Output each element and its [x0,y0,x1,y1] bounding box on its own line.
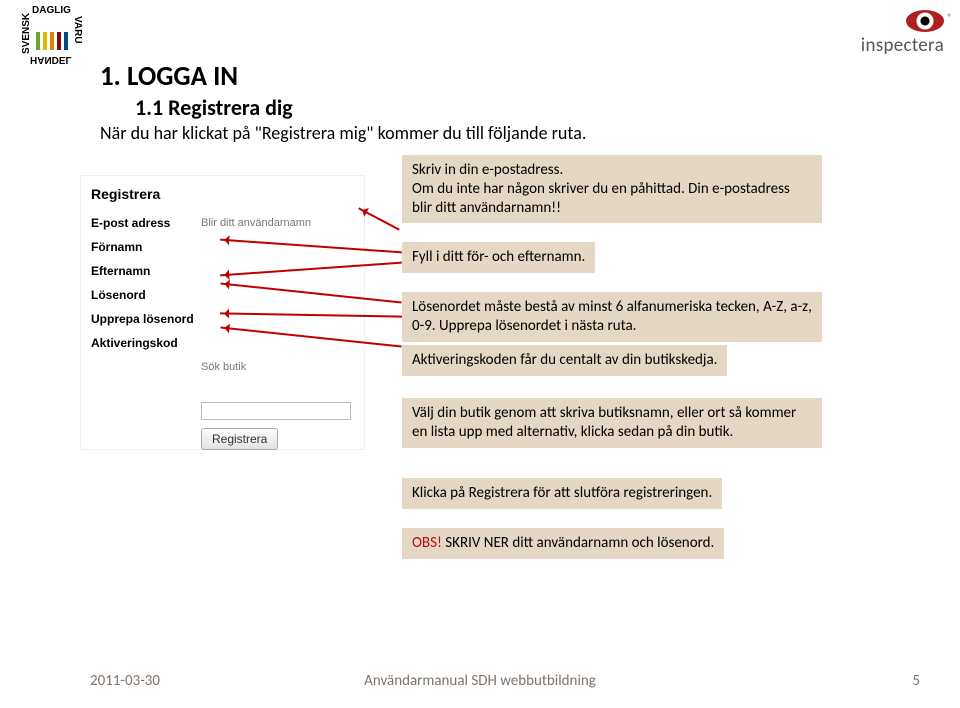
registered-mark: ® [947,12,952,23]
inspectera-logo: ® inspectera [816,10,944,54]
page-footer: 2011-03-30 Användarmanual SDH webbutbild… [0,672,960,690]
callout-text: Om du inte har någon skriver du en påhit… [412,180,790,217]
callout-text: Lösenordet måste bestå av minst 6 alfanu… [412,298,812,335]
callout-obs: OBS! SKRIV NER ditt användarnamn och lös… [402,528,724,559]
callout-text: SKRIV NER ditt användarnamn och lösenord… [442,534,714,552]
callout-text: Välj din butik genom att skriva butiksna… [412,404,796,441]
hint-search-store: Sök butik [201,361,246,373]
callout-store: Välj din butik genom att skriva butiksna… [402,398,822,448]
svensk-dagligvaruhandel-logo: DAGLIG SVENSK VARU HANDEL [12,6,94,62]
form-title: Registrera [91,186,354,202]
callout-activation: Aktiveringskoden får du centalt av din b… [402,345,727,376]
callout-text: Skriv in din e-postadress. [412,161,563,179]
callout-text: Aktiveringskoden får du centalt av din b… [412,351,717,369]
register-button[interactable]: Registrera [201,428,278,450]
footer-title: Användarmanual SDH webbutbildning [0,672,960,690]
inspectera-wordmark: inspectera [861,34,944,57]
callout-text: Fyll i ditt för- och efternamn. [412,248,585,266]
callout-text: Klicka på Registrera för att slutföra re… [412,484,712,502]
logo-bars [36,32,68,50]
label-email: E-post adress [91,216,201,230]
footer-page-number: 5 [912,672,920,690]
callout-obs-label: OBS! [412,534,442,552]
label-activation: Aktiveringskod [91,336,201,350]
label-lastname: Efternamn [91,264,201,278]
label-password-repeat: Upprepa lösenord [91,312,201,326]
logo-text-right: VARU [72,16,82,44]
callout-names: Fyll i ditt för- och efternamn. [402,242,595,273]
hint-email: Blir ditt användarnamn [201,217,311,229]
store-search-input[interactable] [201,402,351,420]
logo-text-top: DAGLIG [32,6,71,16]
logo-text-bottom: HANDEL [30,54,72,64]
callout-register: Klicka på Registrera för att slutföra re… [402,478,722,509]
label-firstname: Förnamn [91,240,201,254]
section-heading: 1. LOGGA IN [100,60,238,93]
callout-email: Skriv in din e-postadress. Om du inte ha… [402,155,822,223]
logo-text-left: SVENSK [22,13,32,54]
eye-icon [906,10,944,32]
label-password: Lösenord [91,288,201,302]
subsection-heading: 1.1 Registrera dig [135,94,293,121]
callout-password: Lösenordet måste bestå av minst 6 alfanu… [402,292,822,342]
intro-text: När du har klickat på "Registrera mig" k… [100,122,586,144]
